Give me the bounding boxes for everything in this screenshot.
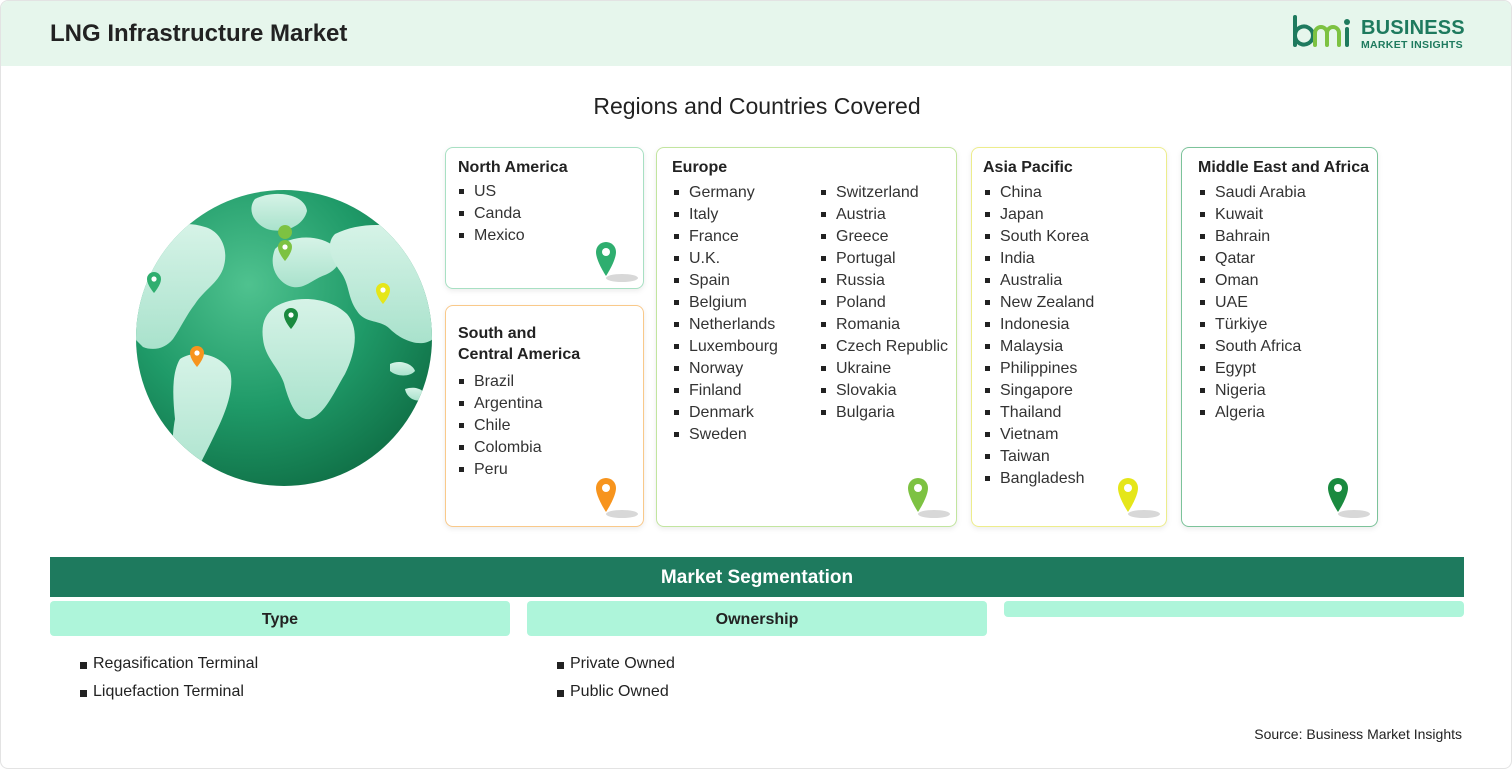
location-pin-icon (596, 478, 638, 518)
region-card-middle-east-africa: Middle East and Africa Saudi Arabia Kuwa… (1181, 147, 1378, 527)
list-item: Public Owned (557, 678, 675, 706)
segment-list-ownership: Private Owned Public Owned (557, 650, 675, 706)
country-list-col1: Germany Italy France U.K. Spain Belgium … (673, 182, 778, 446)
infographic-frame: LNG Infrastructure Market BUSINESS MARKE… (0, 0, 1512, 769)
list-item: Kuwait (1199, 204, 1306, 226)
list-item: Malaysia (984, 336, 1094, 358)
list-item: Mexico (458, 225, 525, 247)
location-pin-icon (596, 242, 638, 282)
segment-tab-type: Type (50, 601, 510, 636)
list-item: Canda (458, 203, 525, 225)
region-title: North America (458, 159, 568, 176)
list-item: South Africa (1199, 336, 1306, 358)
list-item: Nigeria (1199, 380, 1306, 402)
list-item: Switzerland (820, 182, 948, 204)
logo-text-business: BUSINESS (1361, 17, 1465, 39)
list-item: Poland (820, 292, 948, 314)
list-item: India (984, 248, 1094, 270)
list-item: Greece (820, 226, 948, 248)
list-item: Philippines (984, 358, 1094, 380)
region-title: Europe (672, 159, 728, 176)
list-item: South Korea (984, 226, 1094, 248)
list-item: Algeria (1199, 402, 1306, 424)
region-card-asia-pacific: Asia Pacific China Japan South Korea Ind… (971, 147, 1167, 527)
globe-icon (136, 190, 432, 486)
source-note: Source: Business Market Insights (1254, 726, 1462, 742)
list-item: Japan (984, 204, 1094, 226)
list-item: Singapore (984, 380, 1094, 402)
list-item: Thailand (984, 402, 1094, 424)
list-item: Finland (673, 380, 778, 402)
list-item: Brazil (458, 371, 543, 393)
list-item: Russia (820, 270, 948, 292)
list-item: UAE (1199, 292, 1306, 314)
list-item: Portugal (820, 248, 948, 270)
list-item: U.K. (673, 248, 778, 270)
list-item: Regasification Terminal (80, 650, 258, 678)
country-list: China Japan South Korea India Australia … (984, 182, 1094, 490)
list-item: Taiwan (984, 446, 1094, 468)
list-item: Australia (984, 270, 1094, 292)
location-pin-icon (908, 478, 950, 518)
bmi-logo-icon (1293, 15, 1350, 47)
list-item: China (984, 182, 1094, 204)
list-item: Chile (458, 415, 543, 437)
list-item: Qatar (1199, 248, 1306, 270)
list-item: Norway (673, 358, 778, 380)
list-item: New Zealand (984, 292, 1094, 314)
header-bar: LNG Infrastructure Market BUSINESS MARKE… (1, 1, 1511, 66)
list-item: France (673, 226, 778, 248)
list-item: Bahrain (1199, 226, 1306, 248)
region-title-line2: Central America (458, 346, 581, 363)
region-title-line1: South and (458, 325, 537, 342)
list-item: Oman (1199, 270, 1306, 292)
list-item: Egypt (1199, 358, 1306, 380)
list-item: Luxembourg (673, 336, 778, 358)
list-item: Colombia (458, 437, 543, 459)
list-item: Spain (673, 270, 778, 292)
list-item: Liquefaction Terminal (80, 678, 258, 706)
location-pin-icon (1328, 478, 1370, 518)
list-item: Private Owned (557, 650, 675, 678)
list-item: Slovakia (820, 380, 948, 402)
country-list: US Canda Mexico (458, 181, 525, 247)
location-pin-icon (1118, 478, 1160, 518)
list-item: Türkiye (1199, 314, 1306, 336)
region-title: South and Central America (458, 323, 580, 365)
country-list: Brazil Argentina Chile Colombia Peru (458, 371, 543, 481)
list-item: Saudi Arabia (1199, 182, 1306, 204)
segment-tab-ownership: Ownership (527, 601, 987, 636)
list-item: Netherlands (673, 314, 778, 336)
page-title: LNG Infrastructure Market (50, 20, 348, 47)
list-item: Romania (820, 314, 948, 336)
list-item: Indonesia (984, 314, 1094, 336)
list-item: Czech Republic (820, 336, 948, 358)
logo-text-insights: MARKET INSIGHTS (1361, 39, 1463, 51)
segment-list-type: Regasification Terminal Liquefaction Ter… (80, 650, 258, 706)
region-title: Middle East and Africa (1198, 159, 1369, 176)
country-list-col2: Switzerland Austria Greece Portugal Russ… (820, 182, 948, 424)
market-segmentation-header: Market Segmentation (50, 557, 1464, 597)
list-item: Italy (673, 204, 778, 226)
region-card-south-america: South and Central America Brazil Argenti… (445, 305, 644, 527)
region-title: Asia Pacific (983, 159, 1073, 176)
list-item: Belgium (673, 292, 778, 314)
region-card-north-america: North America US Canda Mexico (445, 147, 644, 289)
list-item: Sweden (673, 424, 778, 446)
regions-heading: Regions and Countries Covered (593, 93, 921, 119)
list-item: Bangladesh (984, 468, 1094, 490)
list-item: Ukraine (820, 358, 948, 380)
list-item: Argentina (458, 393, 543, 415)
list-item: Peru (458, 459, 543, 481)
list-item: Vietnam (984, 424, 1094, 446)
list-item: Denmark (673, 402, 778, 424)
list-item: US (458, 181, 525, 203)
list-item: Austria (820, 204, 948, 226)
brand-logo: BUSINESS MARKET INSIGHTS (1291, 15, 1466, 55)
segment-tab-empty (1004, 601, 1464, 617)
country-list: Saudi Arabia Kuwait Bahrain Qatar Oman U… (1199, 182, 1306, 424)
region-card-europe: Europe Germany Italy France U.K. Spain B… (656, 147, 957, 527)
list-item: Bulgaria (820, 402, 948, 424)
list-item: Germany (673, 182, 778, 204)
